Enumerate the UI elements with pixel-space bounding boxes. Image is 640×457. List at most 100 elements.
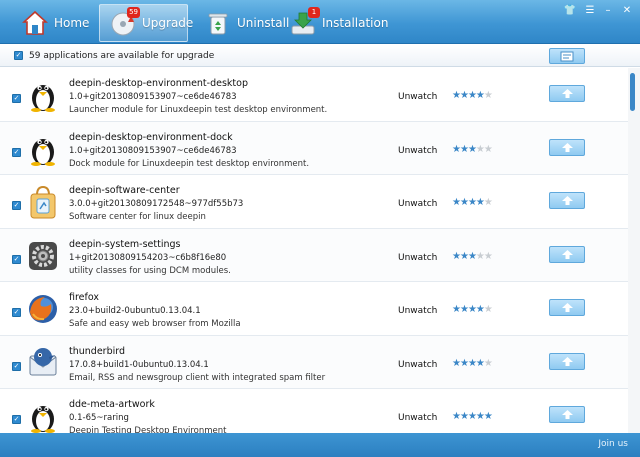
rating-stars[interactable]: ★★★★★ (452, 411, 493, 422)
rating-stars[interactable]: ★★★★★ (452, 144, 493, 155)
app-select-checkbox[interactable]: ✓ (12, 201, 21, 210)
unwatch-button[interactable]: Unwatch (398, 360, 437, 370)
unwatch-button[interactable]: Unwatch (398, 253, 437, 263)
app-select-checkbox[interactable]: ✓ (12, 254, 21, 264)
app-select-checkbox[interactable]: ✓ (12, 361, 21, 371)
app-select-checkbox[interactable]: ✓ (12, 147, 21, 157)
upgrade-app-button[interactable] (549, 192, 585, 209)
rating-stars[interactable]: ★★★★★ (452, 251, 493, 262)
shopping-bag-icon (27, 185, 59, 219)
rating-star-icon[interactable]: ★ (460, 304, 469, 315)
upgrade-app-button[interactable] (549, 352, 585, 370)
settings-gear-icon (27, 239, 59, 273)
rating-star-icon[interactable]: ★ (468, 197, 477, 208)
rating-stars[interactable]: ★★★★★ (452, 304, 493, 315)
app-select-checkbox[interactable]: ✓ (12, 415, 21, 424)
upgrade-app-button[interactable] (549, 85, 585, 102)
select-all-checkbox[interactable]: ✓ (14, 51, 23, 60)
rating-star-icon[interactable]: ★ (484, 90, 493, 101)
rating-star-icon[interactable]: ★ (484, 251, 493, 262)
rating-star-icon[interactable]: ★ (452, 251, 461, 262)
rating-stars[interactable]: ★★★★★ (452, 197, 493, 208)
rating-star-icon[interactable]: ★ (484, 197, 493, 208)
rating-stars[interactable]: ★★★★★ (452, 90, 493, 101)
footer-bar: Join us (0, 433, 640, 457)
app-row[interactable]: ✓ thunderbird 17.0.8+build1-0ubuntu0.13.04… (0, 335, 628, 389)
app-select-checkbox[interactable]: ✓ (12, 94, 21, 103)
rating-star-icon[interactable]: ★ (484, 411, 493, 422)
nav-uninstall-label: Uninstall (237, 16, 290, 30)
scrollbar-thumb[interactable] (630, 73, 635, 111)
app-row[interactable]: ✓ firefox 23.0+build2-0ubuntu0.13.04.1 Safe… (0, 282, 628, 336)
rating-star-icon[interactable]: ★ (452, 358, 461, 369)
unwatch-button[interactable]: Unwatch (398, 199, 437, 209)
app-version: 23.0+build2-0ubuntu0.13.04.1 (69, 306, 201, 316)
rating-star-icon[interactable]: ★ (468, 304, 477, 315)
nav-upgrade-button[interactable]: 59 Upgrade (99, 4, 193, 42)
unwatch-button[interactable]: Unwatch (398, 306, 437, 316)
rating-stars[interactable]: ★★★★★ (452, 358, 493, 369)
app-row[interactable]: ✓ deepin-software-center 3.0.0+git20130809… (0, 175, 628, 229)
rating-star-icon[interactable]: ★ (476, 90, 485, 101)
rating-star-icon[interactable]: ★ (468, 411, 477, 422)
rating-star-icon[interactable]: ★ (468, 358, 477, 369)
rating-star-icon[interactable]: ★ (452, 197, 461, 208)
rating-star-icon[interactable]: ★ (460, 251, 469, 262)
rating-star-icon[interactable]: ★ (468, 144, 477, 155)
unwatch-button[interactable]: Unwatch (398, 413, 437, 423)
unwatch-button[interactable]: Unwatch (398, 146, 437, 156)
rating-star-icon[interactable]: ★ (476, 251, 485, 262)
upgrade-selected-button[interactable] (549, 48, 585, 64)
app-description: Software center for linux deepin (69, 212, 206, 222)
close-icon: ✕ (622, 5, 632, 16)
app-row[interactable]: ✓ dde-meta-artwork 0.1-65~raring Deepin Tes… (0, 389, 628, 433)
skin-button[interactable]: 👕 (563, 5, 577, 17)
nav-installation-button[interactable]: 1 Installation (290, 4, 388, 42)
upgrade-app-button[interactable] (549, 138, 585, 156)
upgrade-app-button[interactable] (549, 299, 585, 316)
close-button[interactable]: ✕ (620, 5, 634, 17)
installation-count-badge: 1 (308, 7, 320, 18)
nav-uninstall-button[interactable]: Uninstall (205, 4, 289, 42)
scrollbar-track[interactable] (628, 68, 640, 433)
rating-star-icon[interactable]: ★ (460, 411, 469, 422)
app-select-checkbox[interactable]: ✓ (12, 308, 21, 317)
join-us-link[interactable]: Join us (598, 439, 628, 449)
header-bar: Home 59 Upgrade Uninstall 1 Installation… (0, 0, 640, 44)
rating-star-icon[interactable]: ★ (468, 90, 477, 101)
nav-upgrade-label: Upgrade (142, 16, 194, 30)
rating-star-icon[interactable]: ★ (476, 304, 485, 315)
rating-star-icon[interactable]: ★ (476, 411, 485, 422)
arrow-up-icon (561, 356, 573, 366)
minimize-button[interactable]: – (601, 5, 615, 17)
rating-star-icon[interactable]: ★ (484, 358, 493, 369)
app-row[interactable]: ✓ deepin-desktop-environment-desktop 1.0+g… (0, 68, 628, 122)
app-row[interactable]: ✓ deepin-system-settings 1+git201308091542… (0, 228, 628, 282)
rating-star-icon[interactable]: ★ (452, 304, 461, 315)
rating-star-icon[interactable]: ★ (476, 197, 485, 208)
rating-star-icon[interactable]: ★ (452, 90, 461, 101)
arrow-up-icon (561, 410, 573, 419)
rating-star-icon[interactable]: ★ (468, 251, 477, 262)
rating-star-icon[interactable]: ★ (460, 197, 469, 208)
app-row[interactable]: ✓ deepin-desktop-environment-dock 1.0+git2… (0, 121, 628, 175)
rating-star-icon[interactable]: ★ (460, 90, 469, 101)
rating-star-icon[interactable]: ★ (476, 144, 485, 155)
rating-star-icon[interactable]: ★ (460, 144, 469, 155)
rating-star-icon[interactable]: ★ (460, 358, 469, 369)
nav-home-button[interactable]: Home (21, 4, 89, 42)
arrow-up-icon (561, 196, 573, 205)
recycle-bin-icon (205, 10, 231, 36)
rating-star-icon[interactable]: ★ (476, 358, 485, 369)
rating-star-icon[interactable]: ★ (484, 304, 493, 315)
rating-star-icon[interactable]: ★ (484, 144, 493, 155)
rating-star-icon[interactable]: ★ (452, 411, 461, 422)
app-description: Deepin Testing Desktop Environment (69, 426, 227, 433)
tshirt-icon: 👕 (563, 5, 577, 16)
menu-icon: ☰ (585, 5, 595, 16)
rating-star-icon[interactable]: ★ (452, 144, 461, 155)
upgrade-app-button[interactable] (549, 406, 585, 423)
menu-button[interactable]: ☰ (583, 5, 597, 17)
upgrade-app-button[interactable] (549, 245, 585, 263)
unwatch-button[interactable]: Unwatch (398, 92, 437, 102)
